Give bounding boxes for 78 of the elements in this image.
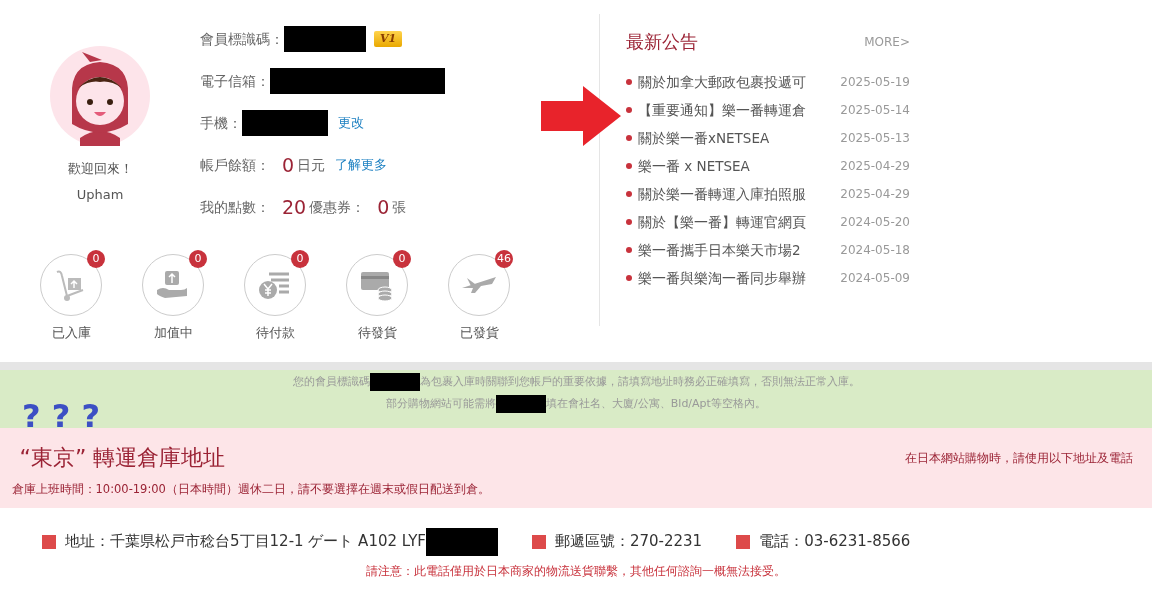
notice-text: 為包裹入庫時關聯到您帳戶的重要依據，請填寫地址時務必正確填寫，否則無法正常入庫。 bbox=[419, 375, 860, 389]
level-badge: V1 bbox=[374, 30, 403, 48]
field-label: 會員標識碼： bbox=[200, 29, 284, 49]
announcement-item[interactable]: 關於樂一番xNETSEA 2025-05-13 bbox=[626, 124, 910, 152]
coupon-value: 0 bbox=[377, 194, 390, 220]
count-badge: 0 bbox=[189, 250, 207, 268]
notice-text: 部分購物網站可能需將 bbox=[386, 396, 497, 410]
note-text: 請注意：此電話僅用於日本商家的物流送貨聯繫，其他任何諮詢一概無法接受。 bbox=[365, 563, 787, 580]
square-icon bbox=[736, 534, 751, 549]
avatar-icon bbox=[50, 46, 150, 146]
bullet-icon bbox=[626, 107, 632, 113]
announcement-item[interactable]: 關於加拿大郵政包裹投遞可 2025-05-19 bbox=[626, 68, 910, 96]
count-badge: 0 bbox=[87, 250, 105, 268]
address-text: 電話：03-6231-8566 bbox=[759, 531, 911, 553]
announcement-title: 樂一番 x NETSEA bbox=[638, 156, 751, 176]
bullet-icon bbox=[626, 247, 632, 253]
announcement-item[interactable]: 關於【樂一番】轉運官網頁 2024-05-20 bbox=[626, 208, 910, 236]
field-label: 我的點數： bbox=[200, 197, 270, 217]
status-label: 加值中 bbox=[153, 323, 193, 342]
announcement-item[interactable]: 樂一番攜手日本樂天市場2 2024-05-18 bbox=[626, 236, 910, 264]
count-badge: 0 bbox=[393, 250, 411, 268]
redacted-block bbox=[369, 373, 420, 392]
bullet-icon bbox=[626, 163, 632, 169]
points-value: 20 bbox=[282, 194, 307, 220]
bullet-icon bbox=[626, 219, 632, 225]
address-text: 地址：千葉県松戸市稔台5丁目12-1 ゲート A102 LYF bbox=[65, 531, 426, 553]
announcement-title: 關於【樂一番】轉運官網頁 bbox=[638, 212, 807, 232]
announcement-date: 2024-05-20 bbox=[840, 214, 910, 231]
bullet-icon bbox=[626, 275, 632, 281]
unit-text: 張 bbox=[392, 197, 407, 217]
bullet-icon bbox=[626, 191, 632, 197]
field-label: 優惠券： bbox=[309, 197, 366, 217]
field-label: 電子信箱： bbox=[200, 71, 270, 91]
announcement-date: 2024-05-09 bbox=[840, 270, 910, 287]
field-label: 手機： bbox=[200, 113, 242, 133]
status-label: 已發貨 bbox=[459, 323, 499, 342]
announcement-title: 關於樂一番xNETSEA bbox=[638, 128, 771, 148]
announcement-title: 樂一番攜手日本樂天市場2 bbox=[638, 240, 802, 260]
hint-text: 在日本網站購物時，請使用以下地址及電話 bbox=[904, 449, 1133, 467]
bullet-icon bbox=[626, 79, 632, 85]
announcement-date: 2024-05-18 bbox=[840, 242, 910, 259]
unit-text: 日元 bbox=[297, 155, 326, 175]
learn-more-link[interactable]: 了解更多 bbox=[335, 155, 388, 175]
announcement-title: 關於加拿大郵政包裹投遞可 bbox=[638, 72, 807, 92]
announcement-date: 2025-05-19 bbox=[840, 74, 910, 91]
announcement-date: 2025-04-29 bbox=[840, 158, 910, 175]
warehouse-title: “東京” 轉運倉庫地址 bbox=[19, 444, 226, 472]
announcement-item[interactable]: 樂一番 x NETSEA 2025-04-29 bbox=[626, 152, 910, 180]
count-badge: 46 bbox=[495, 250, 513, 268]
redacted-block bbox=[496, 394, 547, 413]
username-text: Upham bbox=[76, 186, 124, 204]
question-marks-annotation: ? ? ? bbox=[22, 396, 100, 437]
change-link[interactable]: 更改 bbox=[338, 113, 364, 133]
status-label: 待發貨 bbox=[357, 323, 397, 342]
count-badge: 0 bbox=[291, 250, 309, 268]
square-icon bbox=[531, 534, 546, 549]
status-label: 已入庫 bbox=[51, 323, 91, 342]
announcement-title: 關於樂一番轉運入庫拍照服 bbox=[638, 184, 807, 204]
square-icon bbox=[42, 534, 56, 549]
plane-icon bbox=[461, 276, 497, 294]
announcement-date: 2025-05-14 bbox=[840, 102, 910, 119]
status-label: 待付款 bbox=[255, 323, 295, 342]
balance-value: 0 bbox=[282, 152, 295, 178]
bullet-icon bbox=[626, 135, 632, 141]
announcement-date: 2025-05-13 bbox=[840, 130, 910, 147]
field-label: 帳戶餘額： bbox=[200, 155, 270, 175]
announcement-date: 2025-04-29 bbox=[840, 186, 910, 203]
address-text: 郵遞區號：270-2231 bbox=[554, 531, 703, 553]
welcome-text: 歡迎回來！ bbox=[67, 160, 133, 178]
notice-text: 填在會社名、大廈/公寓、Bld/Apt等空格內。 bbox=[546, 396, 766, 410]
announcement-item[interactable]: 關於樂一番轉運入庫拍照服 2025-04-29 bbox=[626, 180, 910, 208]
announcement-title: 【重要通知】樂一番轉運倉 bbox=[638, 100, 807, 120]
announcement-item[interactable]: 樂一番與樂淘一番同步舉辦 2024-05-09 bbox=[626, 264, 910, 292]
notice-text: 您的會員標識碼 bbox=[292, 375, 370, 389]
hours-text: 倉庫上班時間：10:00-19:00（日本時間）週休二日，請不要選擇在週末或假日配送到倉。 bbox=[11, 480, 491, 498]
section-title: 最新公告 bbox=[626, 30, 698, 54]
announcement-title: 樂一番與樂淘一番同步舉辦 bbox=[638, 268, 807, 288]
announcement-item[interactable]: 【重要通知】樂一番轉運倉 2025-05-14 bbox=[626, 96, 910, 124]
